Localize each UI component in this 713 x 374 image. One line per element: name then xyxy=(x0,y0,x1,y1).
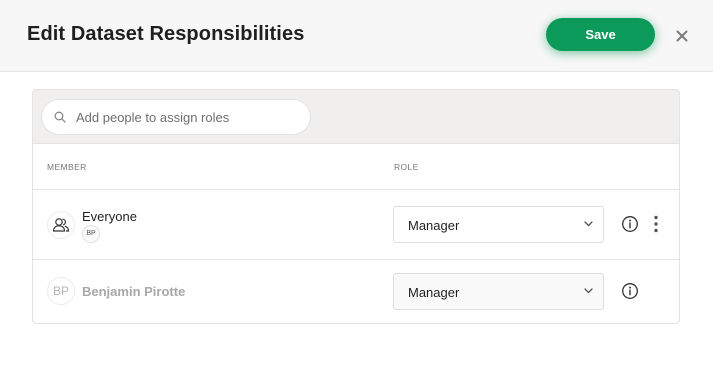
member-name: Benjamin Pirotte xyxy=(82,284,186,299)
chevron-down-icon xyxy=(584,221,593,227)
responsibilities-panel: MEMBER ROLE Everyone BP Manager xyxy=(32,89,680,324)
close-button[interactable] xyxy=(672,26,692,46)
search-box[interactable] xyxy=(41,99,311,135)
role-dropdown[interactable]: Manager xyxy=(393,206,604,243)
role-dropdown[interactable]: Manager xyxy=(393,273,604,310)
dialog-title: Edit Dataset Responsibilities xyxy=(27,23,305,45)
group-icon xyxy=(52,218,70,232)
more-options-icon[interactable] xyxy=(651,214,661,234)
table-row: Everyone BP Manager xyxy=(33,190,679,260)
member-name: Everyone xyxy=(82,209,137,224)
close-icon xyxy=(676,30,688,42)
table-header: MEMBER ROLE xyxy=(33,144,679,190)
save-button[interactable]: Save xyxy=(546,18,655,51)
owner-badge: BP xyxy=(82,225,100,243)
member-column-header: MEMBER xyxy=(47,162,87,172)
role-value: Manager xyxy=(408,218,460,233)
info-icon[interactable] xyxy=(621,215,639,233)
info-icon[interactable] xyxy=(621,282,639,300)
role-column-header: ROLE xyxy=(394,162,419,172)
avatar xyxy=(47,211,75,239)
avatar: BP xyxy=(47,277,75,305)
role-value: Manager xyxy=(408,285,460,300)
table-row: BP Benjamin Pirotte Manager xyxy=(33,260,679,323)
search-bar xyxy=(33,90,679,144)
avatar-initials: BP xyxy=(52,284,69,298)
dialog-header: Edit Dataset Responsibilities Save xyxy=(0,0,713,72)
chevron-down-icon xyxy=(584,288,593,294)
search-icon xyxy=(54,111,66,123)
search-input[interactable] xyxy=(76,109,296,125)
